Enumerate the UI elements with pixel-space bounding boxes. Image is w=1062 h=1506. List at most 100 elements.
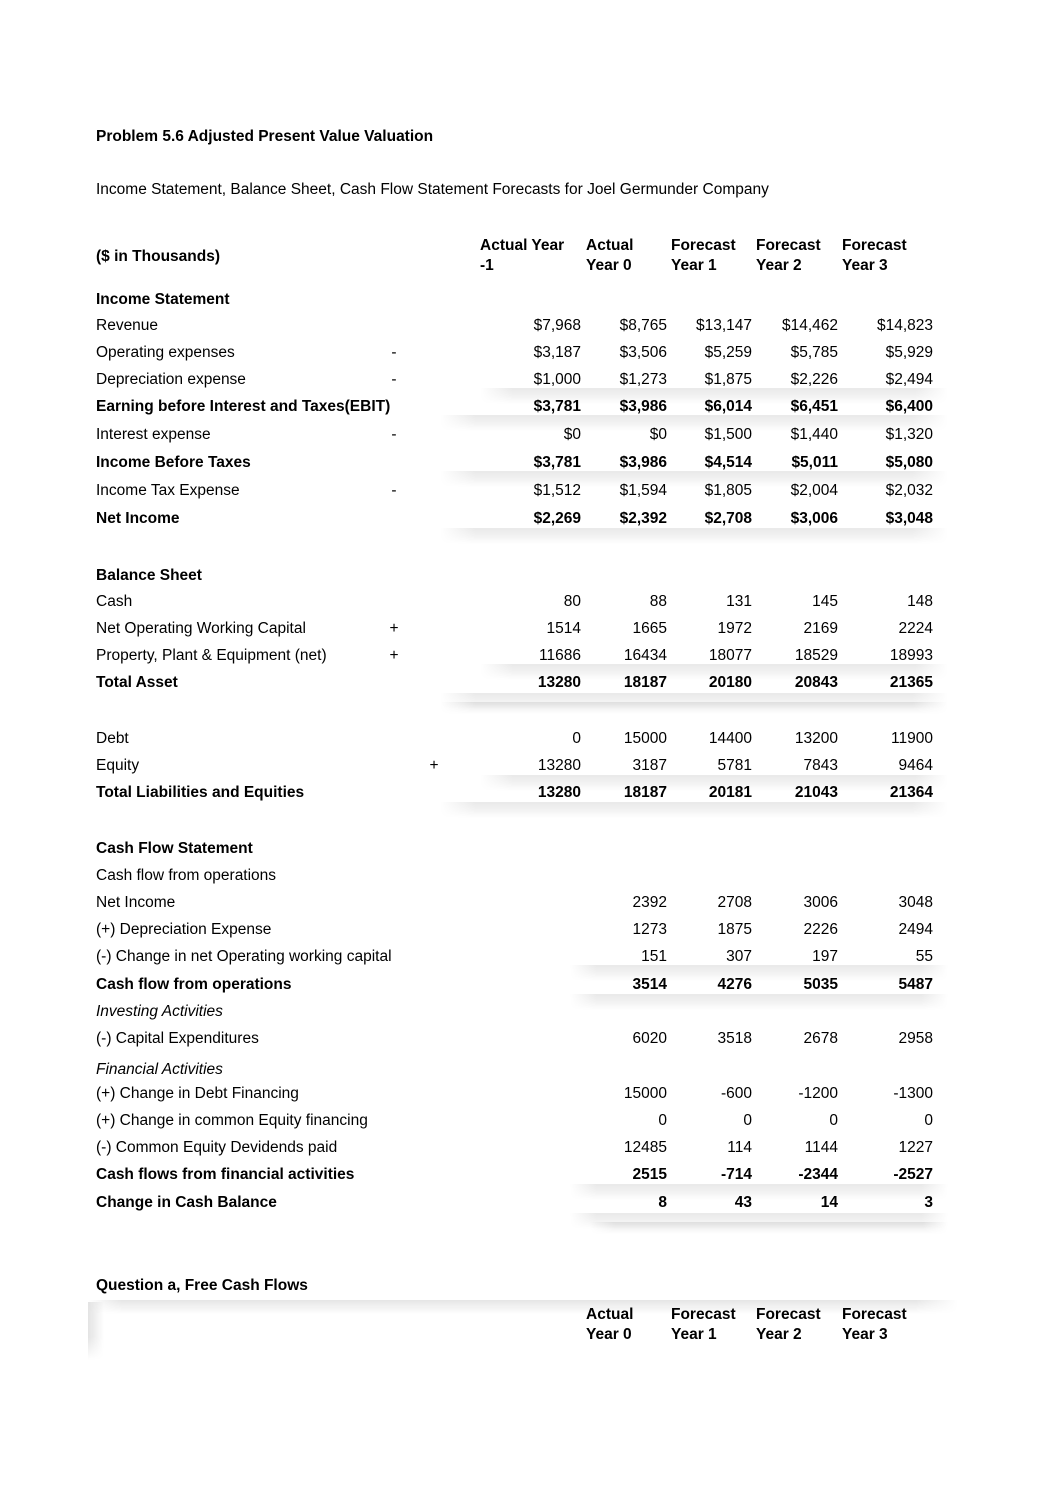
row-label: Income Before Taxes [96,454,251,471]
table-row-subtotal: Total Asset 13280 18187 20180 20843 2136… [96,671,956,698]
cell-value: $13,147 [695,317,752,334]
cell-value: $2,269 [533,510,581,527]
cell-value: 2224 [898,620,933,637]
table-row: Operating expenses - $3,187 $3,506 $5,25… [96,341,956,368]
document-page: Problem 5.6 Adjusted Present Value Valua… [0,0,1062,1506]
row-label: Operating expenses [96,344,235,361]
cell-value: 88 [649,593,667,610]
column-header-line2: Year 2 [756,257,802,274]
cell-value: 20181 [708,784,752,801]
cell-value: $3,187 [533,344,581,361]
cell-value: 2958 [898,1030,933,1047]
section-heading-cash-flow-statement: Cash Flow Statement [96,837,956,864]
cell-value: 148 [907,593,933,610]
cell-value: 0 [924,1112,933,1129]
cell-value: $5,011 [791,454,838,471]
row-label: Net Operating Working Capital [96,620,306,637]
section-heading-question-a: Question a, Free Cash Flows [96,1274,956,1301]
column-header-line1: Actual [586,1306,634,1323]
table-row-subtotal: Cash flow from operations 3514 4276 5035… [96,973,956,1000]
cell-value: 18187 [623,674,667,691]
cell-value: 151 [641,948,667,965]
cell-value: -2344 [798,1166,838,1183]
table-row-subtotal: Change in Cash Balance 8 43 14 3 [96,1191,956,1218]
cell-value: 13280 [537,674,581,691]
table-row: (-) Common Equity Devidends paid 12485 1… [96,1136,956,1163]
subsection-heading-investing: Investing Activities [96,1000,956,1027]
cell-value: 55 [915,948,933,965]
table-row: (+) Change in Debt Financing 15000 -600 … [96,1082,956,1109]
cell-value: 15000 [623,1085,667,1102]
row-label: (-) Common Equity Devidends paid [96,1139,338,1156]
column-header-line2: -1 [480,257,494,274]
cell-value: 0 [829,1112,838,1129]
column-header-line2: Year 1 [671,257,717,274]
row-label: Debt [96,730,129,747]
cell-value: $5,080 [885,454,933,471]
cell-value: $2,032 [885,482,933,499]
cell-value: $3,781 [533,398,581,415]
column-header-line1: Forecast [671,1306,736,1323]
operator-plus: + [429,757,439,774]
cell-value: 0 [572,730,581,747]
cell-value: $5,785 [790,344,838,361]
cell-value: $2,004 [790,482,838,499]
scan-artifact-top-edge [88,1300,958,1314]
section-heading-label: Balance Sheet [96,567,202,584]
cell-value: 15000 [623,730,667,747]
row-label: Net Income [96,510,180,527]
cell-value: $0 [649,426,667,443]
table-row: (+) Depreciation Expense 1273 1875 2226 … [96,918,956,945]
cell-value: -2527 [893,1166,933,1183]
cell-value: 2494 [898,921,933,938]
cell-value: $3,986 [619,398,667,415]
cell-value: -1200 [798,1085,838,1102]
row-label: Interest expense [96,426,211,443]
cell-value: 0 [658,1112,667,1129]
cell-value: 13280 [537,757,581,774]
cell-value: $6,014 [704,398,752,415]
cell-value: $3,048 [885,510,933,527]
operator-minus: - [391,344,397,361]
cell-value: $5,929 [885,344,933,361]
table-row: (-) Capital Expenditures 6020 3518 2678 … [96,1027,956,1054]
cell-value: $2,392 [619,510,667,527]
cell-value: 21364 [889,784,933,801]
cell-value: 16434 [623,647,667,664]
cell-value: 2708 [717,894,752,911]
row-label: (+) Change in Debt Financing [96,1085,299,1102]
cell-value: 2169 [803,620,838,637]
cell-value: 2515 [632,1166,667,1183]
cell-value: $1,875 [704,371,752,388]
cell-value: $1,805 [704,482,752,499]
column-header-forecast-year-3: Forecast Year 3 [842,236,907,276]
cell-value: $3,006 [790,510,838,527]
cell-value: 3187 [632,757,667,774]
column-header-line2: Year 1 [671,1326,717,1343]
operator-minus: - [391,371,397,388]
cell-value: $3,506 [619,344,667,361]
cell-value: 80 [563,593,581,610]
table-row: (-) Change in net Operating working capi… [96,945,956,972]
table-row: Net Income 2392 2708 3006 3048 [96,891,956,918]
cell-value: $1,320 [885,426,933,443]
cell-value: $5,259 [704,344,752,361]
cell-value: $7,968 [533,317,581,334]
cell-value: 4276 [717,976,752,993]
cell-value: -1300 [893,1085,933,1102]
column-header-actual-year-minus-1: Actual Year -1 [480,236,564,276]
section-heading-label: Income Statement [96,291,230,308]
cell-value: 2226 [803,921,838,938]
cell-value: $14,823 [876,317,933,334]
document-subtitle: Income Statement, Balance Sheet, Cash Fl… [96,181,769,198]
cell-value: 5035 [803,976,838,993]
cell-value: $2,226 [790,371,838,388]
units-label: ($ in Thousands) [96,248,220,265]
section-heading-label: Cash Flow Statement [96,840,253,857]
subsection-heading-label: Investing Activities [96,1003,223,1020]
cell-value: $6,451 [790,398,838,415]
cell-value: 18529 [794,647,838,664]
section-heading-balance-sheet: Balance Sheet [96,564,956,591]
column-header-line1: Forecast [671,237,736,254]
cell-value: 1665 [632,620,667,637]
